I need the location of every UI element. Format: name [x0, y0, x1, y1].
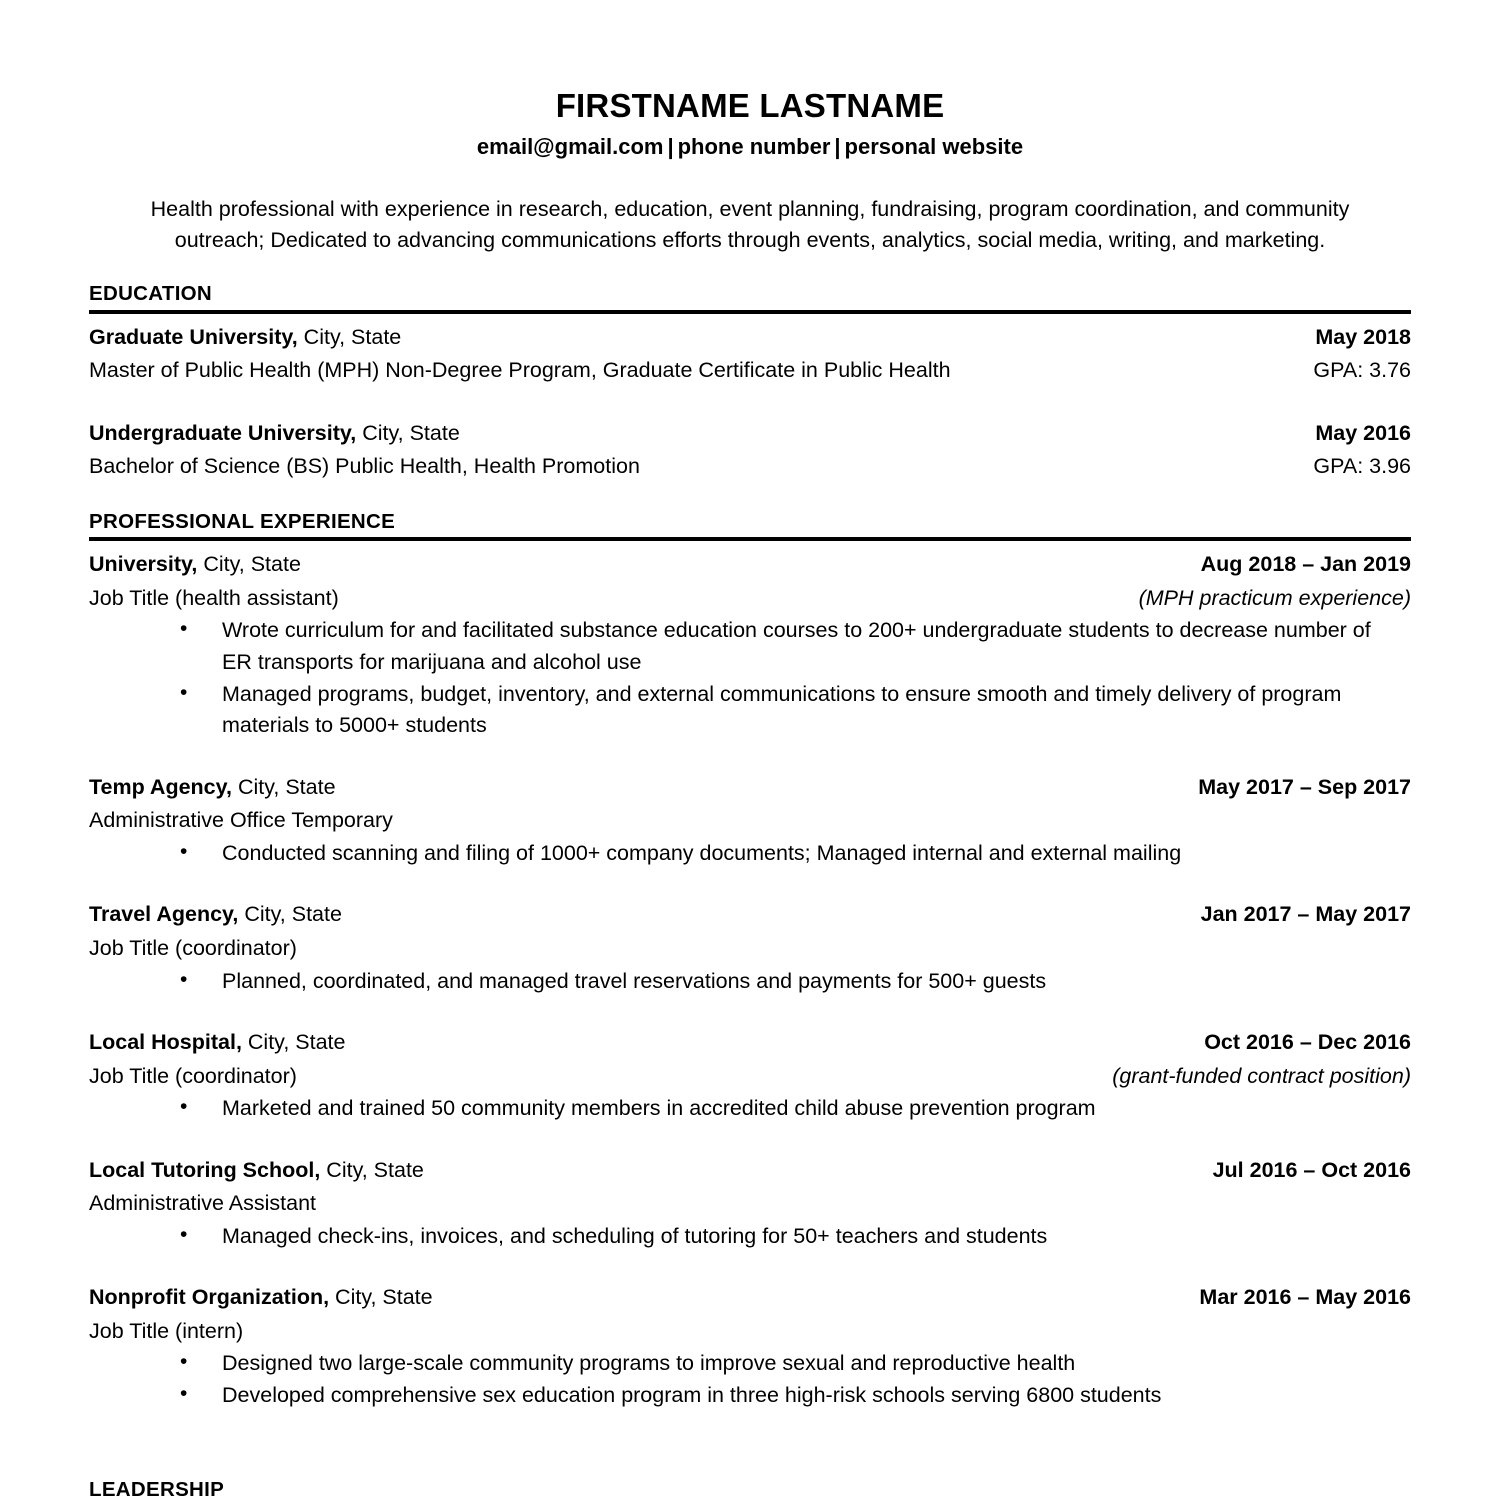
experience-date-range: Aug 2018 – Jan 2019	[1200, 552, 1411, 577]
experience-employer: Travel Agency, City, State	[89, 898, 342, 932]
experience-employer-location: City, State	[197, 552, 301, 577]
experience-employer-name: Nonprofit Organization,	[89, 1285, 330, 1310]
experience-employer: Nonprofit Organization, City, State	[89, 1281, 433, 1315]
experience-entry: Local Tutoring School, City, State Jul 2…	[89, 1154, 1411, 1253]
experience-date-range: Jan 2017 – May 2017	[1200, 902, 1411, 927]
experience-employer-location: City, State	[231, 774, 336, 799]
experience-bullet-list: Planned, coordinated, and managed travel…	[89, 965, 1411, 998]
experience-entry: University, City, State Aug 2018 – Jan 2…	[89, 548, 1411, 741]
contact-website: personal website	[844, 134, 1024, 160]
education-school: Graduate University, City, State	[89, 321, 401, 355]
experience-job-title: Job Title (health assistant)	[89, 585, 339, 610]
list-item: Planned, coordinated, and managed travel…	[89, 965, 1411, 998]
experience-entry-header: Local Hospital, City, State Oct 2016 – D…	[89, 1026, 1411, 1060]
education-entry: Graduate University, City, State May 201…	[89, 321, 1411, 388]
list-item: Designed two large-scale community progr…	[89, 1347, 1411, 1380]
experience-date-range: Jul 2016 – Oct 2016	[1212, 1157, 1411, 1182]
education-section-title: EDUCATION	[89, 282, 213, 306]
list-item: Managed check-ins, invoices, and schedul…	[89, 1220, 1411, 1253]
experience-job-title: Job Title (intern)	[89, 1318, 244, 1343]
education-school-name: Graduate University,	[89, 324, 298, 349]
experience-job-title: Administrative Assistant	[89, 1191, 317, 1216]
experience-employer-name: Temp Agency,	[89, 774, 232, 799]
experience-job-title: Job Title (coordinator)	[89, 1063, 297, 1088]
experience-employer: Local Hospital, City, State	[89, 1026, 345, 1060]
leadership-section-title: LEADERSHIP	[89, 1478, 225, 1500]
experience-entry-header: Temp Agency, City, State May 2017 – Sep …	[89, 771, 1411, 805]
experience-employer-location: City, State	[320, 1157, 424, 1182]
experience-employer: University, City, State	[89, 548, 301, 582]
experience-employer: Temp Agency, City, State	[89, 771, 336, 805]
experience-entry: Temp Agency, City, State May 2017 – Sep …	[89, 771, 1411, 870]
education-degree: Master of Public Health (MPH) Non-Degree…	[89, 358, 951, 383]
experience-section-title: PROFESSIONAL EXPERIENCE	[89, 509, 396, 533]
experience-section-rule	[89, 537, 1411, 542]
education-school-location: City, State	[356, 420, 460, 445]
education-entry-header: Graduate University, City, State May 201…	[89, 321, 1411, 355]
education-school-name: Undergraduate University,	[89, 420, 357, 445]
experience-bullet-list: Wrote curriculum for and facilitated sub…	[89, 614, 1411, 742]
experience-entry-detail: Job Title (intern)	[89, 1315, 1411, 1349]
education-entry-detail: Master of Public Health (MPH) Non-Degree…	[89, 354, 1411, 388]
list-item: Managed programs, budget, inventory, and…	[89, 678, 1411, 742]
education-gpa: GPA: 3.76	[1313, 358, 1411, 383]
contact-phone: phone number	[677, 134, 831, 160]
education-date: May 2016	[1315, 420, 1411, 445]
experience-date-range: Oct 2016 – Dec 2016	[1204, 1030, 1411, 1055]
experience-employer: Local Tutoring School, City, State	[89, 1154, 424, 1188]
experience-entry: Nonprofit Organization, City, State Mar …	[89, 1281, 1411, 1411]
experience-employer-name: Local Tutoring School,	[89, 1157, 321, 1182]
education-entry-detail: Bachelor of Science (BS) Public Health, …	[89, 450, 1411, 484]
summary-paragraph: Health professional with experience in r…	[150, 196, 1350, 252]
list-item: Conducted scanning and filing of 1000+ c…	[89, 837, 1411, 870]
experience-entry-header: Local Tutoring School, City, State Jul 2…	[89, 1154, 1411, 1188]
experience-employer-location: City, State	[329, 1285, 433, 1310]
page-title: FIRSTNAME LASTNAME	[555, 87, 945, 124]
education-school: Undergraduate University, City, State	[89, 417, 460, 451]
experience-employer-name: University,	[89, 552, 198, 577]
experience-entry-detail: Administrative Office Temporary	[89, 804, 1411, 838]
experience-employer-location: City, State	[241, 1030, 346, 1055]
experience-job-title: Job Title (coordinator)	[89, 935, 297, 960]
experience-entry-header: Nonprofit Organization, City, State Mar …	[89, 1281, 1411, 1315]
experience-entry-detail: Job Title (health assistant) (MPH practi…	[89, 582, 1411, 616]
experience-entry: Local Hospital, City, State Oct 2016 – D…	[89, 1026, 1411, 1125]
experience-date-range: Mar 2016 – May 2016	[1199, 1285, 1411, 1310]
experience-employer-name: Travel Agency,	[89, 902, 239, 927]
education-degree: Bachelor of Science (BS) Public Health, …	[89, 454, 640, 479]
experience-entry-detail: Job Title (coordinator) (grant-funded co…	[89, 1060, 1411, 1094]
experience-date-range: May 2017 – Sep 2017	[1198, 774, 1411, 799]
education-date: May 2018	[1315, 324, 1411, 349]
education-school-location: City, State	[297, 324, 402, 349]
experience-entry: Travel Agency, City, State Jan 2017 – Ma…	[89, 898, 1411, 997]
experience-bullet-list: Designed two large-scale community progr…	[89, 1347, 1411, 1412]
list-item: Developed comprehensive sex education pr…	[89, 1379, 1411, 1412]
contact-separator-2: |	[834, 134, 841, 160]
list-item: Marketed and trained 50 community member…	[89, 1092, 1411, 1125]
education-gpa: GPA: 3.96	[1313, 454, 1411, 479]
education-section: EDUCATION Graduate University, City, Sta…	[89, 282, 1411, 484]
contact-email: email@gmail.com	[476, 134, 664, 160]
experience-bullet-list: Conducted scanning and filing of 1000+ c…	[89, 837, 1411, 870]
contact-line: email@gmail.com | phone number | personal we…	[89, 124, 1411, 160]
education-entry-header: Undergraduate University, City, State Ma…	[89, 417, 1411, 451]
experience-bullet-list: Marketed and trained 50 community member…	[89, 1092, 1411, 1125]
experience-entry-header: University, City, State Aug 2018 – Jan 2…	[89, 548, 1411, 582]
list-item: Wrote curriculum for and facilitated sub…	[89, 614, 1411, 678]
education-section-rule	[89, 309, 1411, 314]
experience-note: (MPH practicum experience)	[1138, 585, 1411, 610]
experience-employer-name: Local Hospital,	[89, 1030, 242, 1055]
experience-entry-detail: Administrative Assistant	[89, 1187, 1411, 1221]
resume-page: FIRSTNAME LASTNAME email@gmail.com | phone…	[0, 0, 1500, 1500]
experience-note: (grant-funded contract position)	[1112, 1063, 1411, 1088]
experience-employer-location: City, State	[238, 902, 342, 927]
leadership-section: LEADERSHIP	[89, 1478, 1411, 1500]
experience-job-title: Administrative Office Temporary	[89, 808, 393, 833]
contact-separator-1: |	[667, 134, 674, 160]
experience-entry-detail: Job Title (coordinator)	[89, 932, 1411, 966]
education-entry: Undergraduate University, City, State Ma…	[89, 417, 1411, 484]
experience-section: PROFESSIONAL EXPERIENCE University, City…	[89, 510, 1411, 1412]
experience-entry-header: Travel Agency, City, State Jan 2017 – Ma…	[89, 898, 1411, 932]
experience-bullet-list: Managed check-ins, invoices, and schedul…	[89, 1220, 1411, 1253]
